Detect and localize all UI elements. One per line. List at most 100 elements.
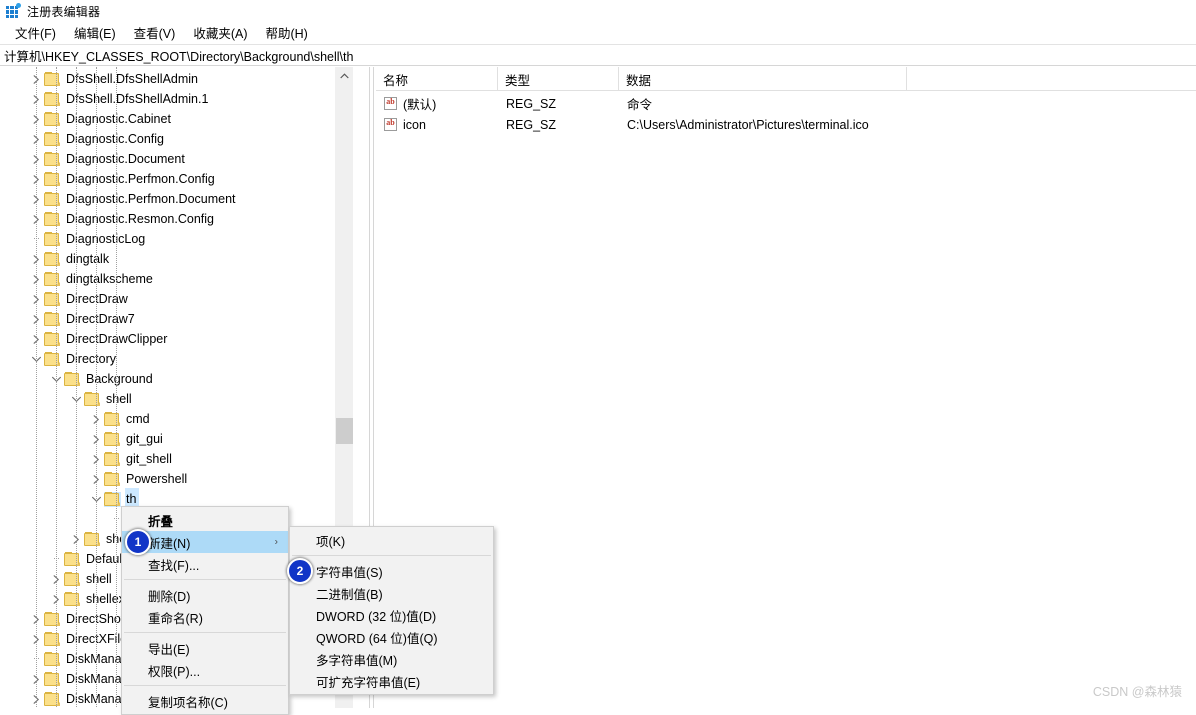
value-data: C:\Users\Administrator\Pictures\terminal… bbox=[627, 117, 869, 132]
folder-icon bbox=[64, 371, 81, 387]
context-submenu-item-label: 多字符串值(M) bbox=[316, 653, 398, 668]
tree-item[interactable]: git_gui bbox=[0, 429, 352, 449]
tree-item[interactable]: shell bbox=[0, 389, 352, 409]
folder-icon bbox=[44, 651, 61, 667]
folder-icon bbox=[44, 691, 61, 707]
menu-separator bbox=[124, 632, 286, 633]
tree-item[interactable]: git_shell bbox=[0, 449, 352, 469]
value-name: icon bbox=[403, 117, 426, 132]
tree-guide-line bbox=[96, 67, 98, 707]
tree-item[interactable]: Directory bbox=[0, 349, 352, 369]
context-submenu-item-label: DWORD (32 位)值(D) bbox=[316, 609, 437, 624]
tree-item[interactable]: DfsShell.DfsShellAdmin.1 bbox=[0, 89, 352, 109]
menu-file[interactable]: 文件(F) bbox=[6, 21, 65, 44]
context-submenu-item[interactable]: 字符串值(S) bbox=[290, 560, 493, 582]
folder-icon bbox=[44, 111, 61, 127]
tree-item[interactable]: Diagnostic.Perfmon.Config bbox=[0, 169, 352, 189]
context-submenu-item-label: 可扩充字符串值(E) bbox=[316, 675, 421, 690]
folder-icon bbox=[44, 131, 61, 147]
folder-icon bbox=[44, 231, 61, 247]
registry-values-pane[interactable]: 名称 类型 数据 ab (默认) REG_SZ 命令 ab icon REG_SZ C:\Us… bbox=[376, 67, 1196, 708]
context-submenu-item[interactable]: 多字符串值(M) bbox=[290, 648, 493, 670]
tree-item-label: cmd bbox=[126, 412, 150, 426]
column-header-type[interactable]: 类型 bbox=[498, 67, 619, 90]
folder-icon bbox=[44, 191, 61, 207]
context-submenu-item-label: QWORD (64 位)值(Q) bbox=[316, 631, 438, 646]
string-value-icon: ab bbox=[383, 117, 399, 133]
value-row[interactable]: ab (默认) REG_SZ 命令 bbox=[376, 93, 1196, 114]
folder-icon bbox=[44, 291, 61, 307]
value-type: REG_SZ bbox=[506, 96, 557, 111]
folder-icon bbox=[44, 351, 61, 367]
context-submenu-item-label: 项(K) bbox=[316, 534, 346, 549]
folder-icon bbox=[84, 531, 101, 547]
tree-item[interactable]: Diagnostic.Document bbox=[0, 149, 352, 169]
tree-item[interactable]: DfsShell.DfsShellAdmin bbox=[0, 69, 352, 89]
tree-guide-line bbox=[56, 67, 58, 707]
tree-item-label: Powershell bbox=[126, 472, 188, 486]
menu-favorites[interactable]: 收藏夹(A) bbox=[184, 21, 256, 44]
context-menu-item[interactable]: 删除(D) bbox=[122, 584, 288, 606]
tree-item-label: DfsShell.DfsShellAdmin bbox=[66, 72, 198, 86]
context-submenu-item[interactable]: QWORD (64 位)值(Q) bbox=[290, 626, 493, 648]
tree-item[interactable]: Diagnostic.Cabinet bbox=[0, 109, 352, 129]
tree-item-label: shellex bbox=[86, 592, 125, 606]
scrollbar-thumb[interactable] bbox=[336, 418, 353, 444]
tree-item[interactable]: Diagnostic.Resmon.Config bbox=[0, 209, 352, 229]
tree-item[interactable]: DirectDrawClipper bbox=[0, 329, 352, 349]
tree-item[interactable]: DiagnosticLog bbox=[0, 229, 352, 249]
context-menu-item[interactable]: 权限(P)... bbox=[122, 659, 288, 681]
folder-icon bbox=[44, 171, 61, 187]
context-menu-item-label: 查找(F)... bbox=[148, 558, 200, 573]
tree-item[interactable]: Diagnostic.Perfmon.Document bbox=[0, 189, 352, 209]
context-menu-item[interactable]: 折叠 bbox=[122, 509, 288, 531]
context-submenu-item[interactable]: 二进制值(B) bbox=[290, 582, 493, 604]
column-header-name[interactable]: 名称 bbox=[376, 67, 498, 90]
tree-item[interactable]: DirectDraw bbox=[0, 289, 352, 309]
tree-item-label: Diagnostic.Resmon.Config bbox=[66, 212, 214, 226]
context-menu-item-label: 删除(D) bbox=[148, 589, 191, 604]
tree-item[interactable]: cmd bbox=[0, 409, 352, 429]
context-submenu-new[interactable]: 项(K) 字符串值(S) 二进制值(B) DWORD (32 位)值(D) QWORD … bbox=[289, 526, 494, 695]
column-header-data[interactable]: 数据 bbox=[619, 67, 907, 90]
tree-item[interactable]: Background bbox=[0, 369, 352, 389]
title-bar: 注册表编辑器 bbox=[0, 0, 1196, 22]
tree-item-label: Directory bbox=[66, 352, 117, 366]
menu-view[interactable]: 查看(V) bbox=[125, 21, 185, 44]
tree-item[interactable]: DirectDraw7 bbox=[0, 309, 352, 329]
step-badge-2: 2 bbox=[287, 558, 313, 584]
step-badge-1: 1 bbox=[125, 529, 151, 555]
context-menu-item-label: 新建(N) bbox=[148, 536, 191, 551]
tree-item[interactable]: dingtalkscheme bbox=[0, 269, 352, 289]
context-submenu-item-label: 字符串值(S) bbox=[316, 565, 383, 580]
context-menu-item[interactable]: 重命名(R) bbox=[122, 606, 288, 628]
folder-icon bbox=[44, 211, 61, 227]
value-name: (默认) bbox=[403, 98, 437, 112]
value-row[interactable]: ab icon REG_SZ C:\Users\Administrator\Pictu… bbox=[376, 114, 1196, 135]
tree-item-label: Diagnostic.Perfmon.Document bbox=[66, 192, 236, 206]
value-type: REG_SZ bbox=[506, 117, 557, 132]
tree-item[interactable]: dingtalk bbox=[0, 249, 352, 269]
context-menu-item[interactable]: 复制项名称(C) bbox=[122, 690, 288, 712]
context-submenu-item[interactable]: 项(K) bbox=[290, 529, 493, 551]
folder-icon bbox=[104, 451, 121, 467]
folder-icon bbox=[64, 551, 81, 567]
tree-item-label: dingtalk bbox=[66, 252, 110, 266]
tree-item-label: Diagnostic.Config bbox=[66, 132, 164, 146]
tree-item-label: Diagnostic.Document bbox=[66, 152, 185, 166]
context-menu-item[interactable]: 导出(E) bbox=[122, 637, 288, 659]
tree-item[interactable]: Powershell bbox=[0, 469, 352, 489]
folder-icon bbox=[44, 91, 61, 107]
menu-help[interactable]: 帮助(H) bbox=[256, 21, 316, 44]
chevron-up-icon[interactable] bbox=[336, 67, 353, 84]
address-bar[interactable]: 计算机\HKEY_CLASSES_ROOT\Directory\Backgrou… bbox=[0, 44, 1196, 66]
context-submenu-item[interactable]: 可扩充字符串值(E) bbox=[290, 670, 493, 692]
menu-edit[interactable]: 编辑(E) bbox=[65, 21, 125, 44]
context-submenu-item[interactable]: DWORD (32 位)值(D) bbox=[290, 604, 493, 626]
folder-icon bbox=[44, 671, 61, 687]
tree-item[interactable]: Diagnostic.Config bbox=[0, 129, 352, 149]
folder-icon bbox=[44, 311, 61, 327]
tree-item-label: Diagnostic.Cabinet bbox=[66, 112, 171, 126]
context-menu-item[interactable]: 查找(F)... bbox=[122, 553, 288, 575]
tree-item-label: git_gui bbox=[126, 432, 163, 446]
